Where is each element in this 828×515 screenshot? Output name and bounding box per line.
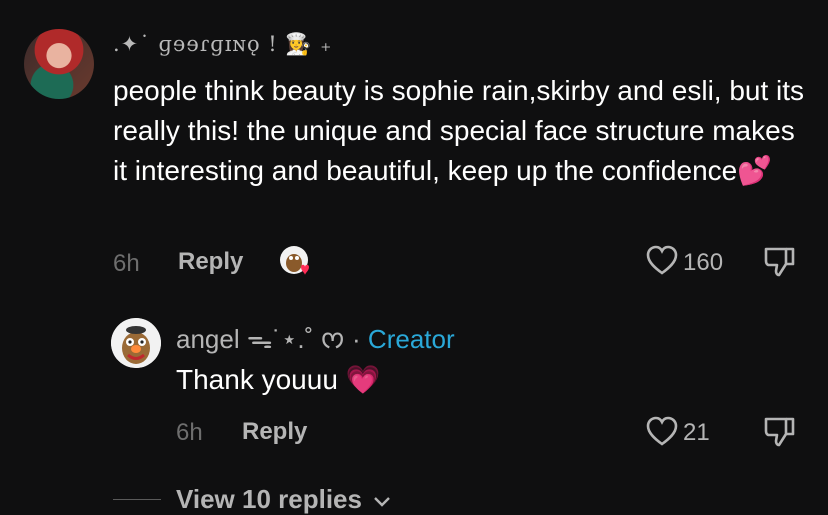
heart-outline-icon[interactable] <box>645 415 679 447</box>
comment-text: people think beauty is sophie rain,skirb… <box>113 75 805 186</box>
reply-like-count: 21 <box>683 419 710 446</box>
reply-like-button[interactable] <box>645 415 679 452</box>
commenter-avatar[interactable] <box>24 29 94 99</box>
reply-avatar[interactable] <box>111 318 161 368</box>
reply-text: Thank youuu 💗 <box>176 364 381 395</box>
creator-liked-badge <box>279 245 313 279</box>
dislike-icon[interactable] <box>762 244 798 278</box>
like-button[interactable] <box>645 244 679 281</box>
reply-header: angel ᯓ˙⋆.˚ ᰔ · Creator <box>176 320 455 360</box>
reply-username[interactable]: angel ᯓ˙⋆.˚ ᰔ <box>176 324 345 354</box>
view-replies-label[interactable]: View 10 replies <box>176 484 362 514</box>
chevron-down-icon[interactable] <box>373 496 391 508</box>
comment-time: 6h <box>113 250 140 277</box>
creator-badge: Creator <box>367 324 455 354</box>
creator-liked-avatar-icon <box>280 246 309 275</box>
potato-head-avatar-icon <box>111 318 161 368</box>
dislike-icon[interactable] <box>762 414 798 448</box>
reply-reply-button[interactable]: Reply <box>242 418 307 446</box>
reply-separator: · <box>352 324 361 354</box>
reply-dislike-button[interactable] <box>762 414 798 453</box>
reply-time: 6h <box>176 419 203 446</box>
comment-reply-button[interactable]: Reply <box>178 248 243 276</box>
commenter-username[interactable]: .✦˙ ɡɘɘɾɡɪɴǫ ! 👩‍🍳 ₊ <box>113 32 332 57</box>
thread-divider <box>113 499 161 500</box>
heart-outline-icon[interactable] <box>645 244 679 276</box>
view-replies-button[interactable]: View 10 replies <box>176 484 391 515</box>
dislike-button[interactable] <box>762 244 798 283</box>
comment-like-count: 160 <box>683 249 724 276</box>
